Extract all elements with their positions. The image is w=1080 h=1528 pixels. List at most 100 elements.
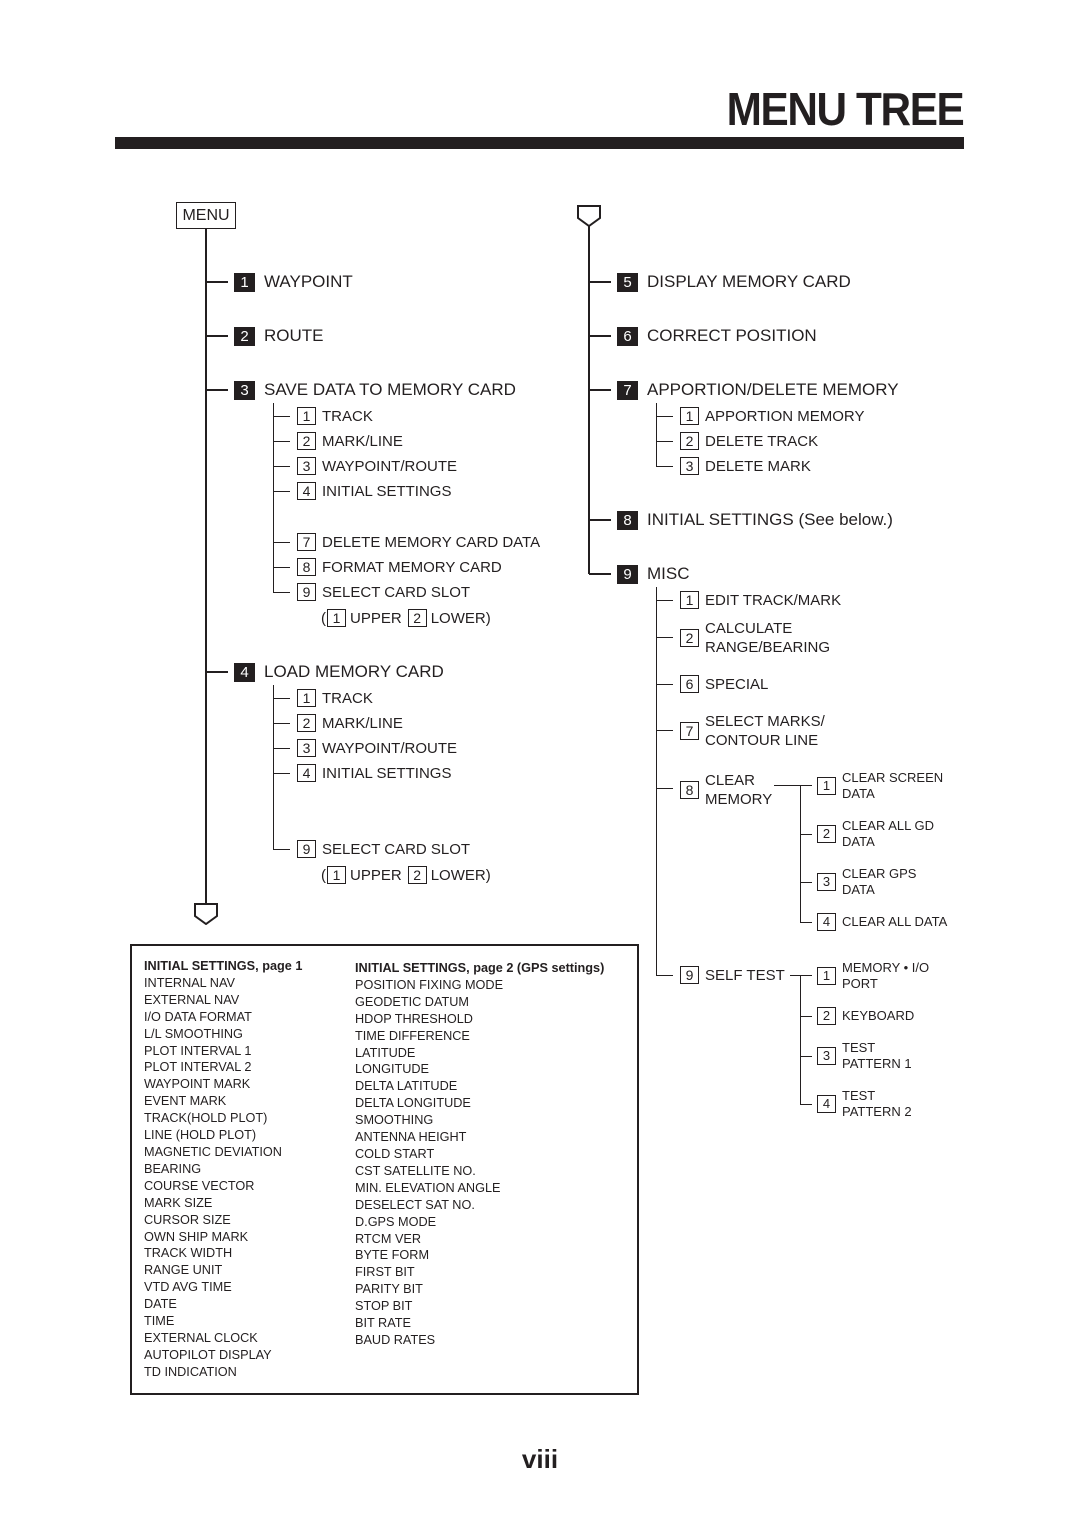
item-number-box: 4 (297, 482, 316, 500)
item-label: CLEAR ALL DATA (842, 914, 948, 929)
item-number-badge: 4 (234, 662, 255, 682)
submenu-item-delete-mark[interactable]: 3 DELETE MARK (680, 457, 811, 475)
option-upper-number[interactable]: 1 (327, 866, 346, 884)
item-label: EDIT TRACK/MARK (705, 591, 842, 609)
item-number-box: 2 (297, 714, 316, 732)
option-lower-label[interactable]: LOWER) (431, 610, 491, 627)
continue-down-arrow-icon (194, 903, 218, 925)
submenu-item-load-waypoint-route[interactable]: 3 WAYPOINT/ROUTE (297, 739, 457, 757)
item-number-box: 3 (680, 457, 699, 475)
submenu-item-clear-all-gd-data[interactable]: 2 CLEAR ALL GD DATA (817, 818, 934, 850)
setting-item: RTCM VER (355, 1231, 422, 1246)
submenu-item-edit-track-mark[interactable]: 1 EDIT TRACK/MARK (680, 591, 841, 609)
connector (656, 975, 673, 976)
setting-item: BAUD RATES (355, 1332, 436, 1347)
submenu-item-save-track[interactable]: 1 TRACK (297, 407, 373, 425)
connector (800, 1056, 812, 1057)
label-line-1: CLEAR (705, 772, 756, 789)
connector (774, 785, 812, 786)
submenu-item-save-mark-line[interactable]: 2 MARK/LINE (297, 432, 403, 450)
menu-item-correct-position[interactable]: 6 CORRECT POSITION (617, 326, 817, 346)
submenu-item-self-test[interactable]: 9 SELF TEST (680, 966, 785, 984)
submenu-item-apportion-memory[interactable]: 1 APPORTION MEMORY (680, 407, 864, 425)
item-label: APPORTION MEMORY (705, 407, 865, 425)
save-subtree-line (273, 403, 274, 593)
submenu-item-load-track[interactable]: 1 TRACK (297, 689, 373, 707)
item-number-badge: 9 (617, 564, 638, 584)
submenu-item-delete-memory-card-data[interactable]: 7 DELETE MEMORY CARD DATA (297, 533, 540, 551)
page2-list: POSITION FIXING MODE GEODETIC DATUM HDOP T… (355, 977, 604, 1349)
item-label: WAYPOINT (264, 272, 353, 291)
connector (206, 281, 228, 283)
submenu-item-load-initial-settings[interactable]: 4 INITIAL SETTINGS (297, 764, 451, 782)
submenu-item-test-pattern-1[interactable]: 3 TEST PATTERN 1 (817, 1040, 912, 1072)
menu-item-load-memory-card[interactable]: 4 LOAD MEMORY CARD (234, 662, 444, 682)
page-title: MENU TREE (726, 83, 964, 135)
page2-heading: INITIAL SETTINGS, page 2 (GPS settings) (355, 961, 605, 975)
item-number-box: 2 (680, 432, 699, 450)
submenu-item-delete-track[interactable]: 2 DELETE TRACK (680, 432, 818, 450)
setting-item: EVENT MARK (144, 1094, 227, 1109)
connector (206, 335, 228, 337)
setting-item: RANGE UNIT (144, 1263, 223, 1278)
item-number-box: 6 (680, 675, 699, 693)
submenu-item-format-memory-card[interactable]: 8 FORMAT MEMORY CARD (297, 558, 502, 576)
menu-item-save-data-to-memory-card[interactable]: 3 SAVE DATA TO MEMORY CARD (234, 380, 516, 400)
setting-item: PLOT INTERVAL 2 (144, 1060, 252, 1075)
menu-item-initial-settings[interactable]: 8 INITIAL SETTINGS (See below.) (617, 510, 893, 530)
setting-item: POSITION FIXING MODE (355, 977, 504, 992)
submenu-item-save-select-card-slot[interactable]: 9 SELECT CARD SLOT (297, 583, 470, 601)
submenu-item-load-mark-line[interactable]: 2 MARK/LINE (297, 714, 403, 732)
setting-item: ANTENNA HEIGHT (355, 1130, 467, 1145)
submenu-item-clear-gps-data[interactable]: 3 CLEAR GPS DATA (817, 866, 916, 898)
connector (656, 441, 673, 442)
item-number-badge: 7 (617, 380, 638, 400)
option-lower-number[interactable]: 2 (407, 609, 427, 627)
option-lower-number[interactable]: 2 (407, 866, 427, 884)
menu-item-display-memory-card[interactable]: 5 DISPLAY MEMORY CARD (617, 272, 851, 292)
submenu-item-clear-screen-data[interactable]: 1 CLEAR SCREEN DATA (817, 770, 943, 802)
menu-item-apportion-delete-memory[interactable]: 7 APPORTION/DELETE MEMORY (617, 380, 899, 400)
option-upper-number[interactable]: 1 (327, 609, 346, 627)
label-line-1: CLEAR GPS (842, 866, 917, 881)
setting-item: LATITUDE (355, 1045, 416, 1060)
item-label: DELETE MEMORY CARD DATA (322, 533, 541, 551)
submenu-item-special[interactable]: 6 SPECIAL (680, 675, 768, 693)
connector (656, 416, 673, 417)
item-number-box: 1 (817, 777, 836, 795)
menu-item-route[interactable]: 2 ROUTE (234, 326, 324, 346)
submenu-item-test-pattern-2[interactable]: 4 TEST PATTERN 2 (817, 1088, 912, 1120)
item-number-box: 1 (297, 689, 316, 707)
connector (589, 573, 611, 575)
connector (656, 600, 673, 601)
submenu-item-calculate-range-bearing[interactable]: 2 CALCULATE RANGE/BEARING (680, 619, 830, 657)
submenu-item-memory-io-port[interactable]: 1 MEMORY • I/O PORT (817, 960, 929, 992)
submenu-item-keyboard[interactable]: 2 KEYBOARD (817, 1007, 914, 1025)
item-label: LOAD MEMORY CARD (264, 662, 444, 681)
label-line-2: RANGE/BEARING (705, 639, 831, 656)
item-number-box: 7 (297, 533, 316, 551)
submenu-item-select-marks-contour-line[interactable]: 7 SELECT MARKS/CONTOUR LINE (680, 712, 825, 750)
item-label: DISPLAY MEMORY CARD (647, 272, 851, 291)
connector (273, 698, 290, 699)
connector (800, 922, 812, 923)
submenu-item-save-initial-settings[interactable]: 4 INITIAL SETTINGS (297, 482, 451, 500)
menu-item-misc[interactable]: 9 MISC (617, 564, 690, 584)
label-line-1: CLEAR SCREEN (842, 770, 944, 785)
connector (273, 441, 290, 442)
option-upper-label[interactable]: UPPER (350, 867, 402, 884)
submenu-item-load-select-card-slot[interactable]: 9 SELECT CARD SLOT (297, 840, 470, 858)
submenu-item-save-waypoint-route[interactable]: 3 WAYPOINT/ROUTE (297, 457, 457, 475)
item-label: SELECT CARD SLOT (322, 583, 471, 601)
submenu-item-clear-memory[interactable]: 8 CLEAR MEMORY (680, 771, 772, 809)
title-rule (115, 137, 964, 149)
item-label: SELECT CARD SLOT (322, 840, 471, 858)
left-trunk-line (205, 229, 207, 904)
option-upper-label[interactable]: UPPER (350, 610, 402, 627)
option-lower-label[interactable]: LOWER) (431, 867, 491, 884)
connector (206, 671, 228, 673)
submenu-item-clear-all-data[interactable]: 4 CLEAR ALL DATA (817, 913, 947, 931)
label-line-2: PATTERN 1 (842, 1056, 912, 1071)
menu-item-waypoint[interactable]: 1 WAYPOINT (234, 272, 353, 292)
item-label: INITIAL SETTINGS (322, 482, 452, 500)
